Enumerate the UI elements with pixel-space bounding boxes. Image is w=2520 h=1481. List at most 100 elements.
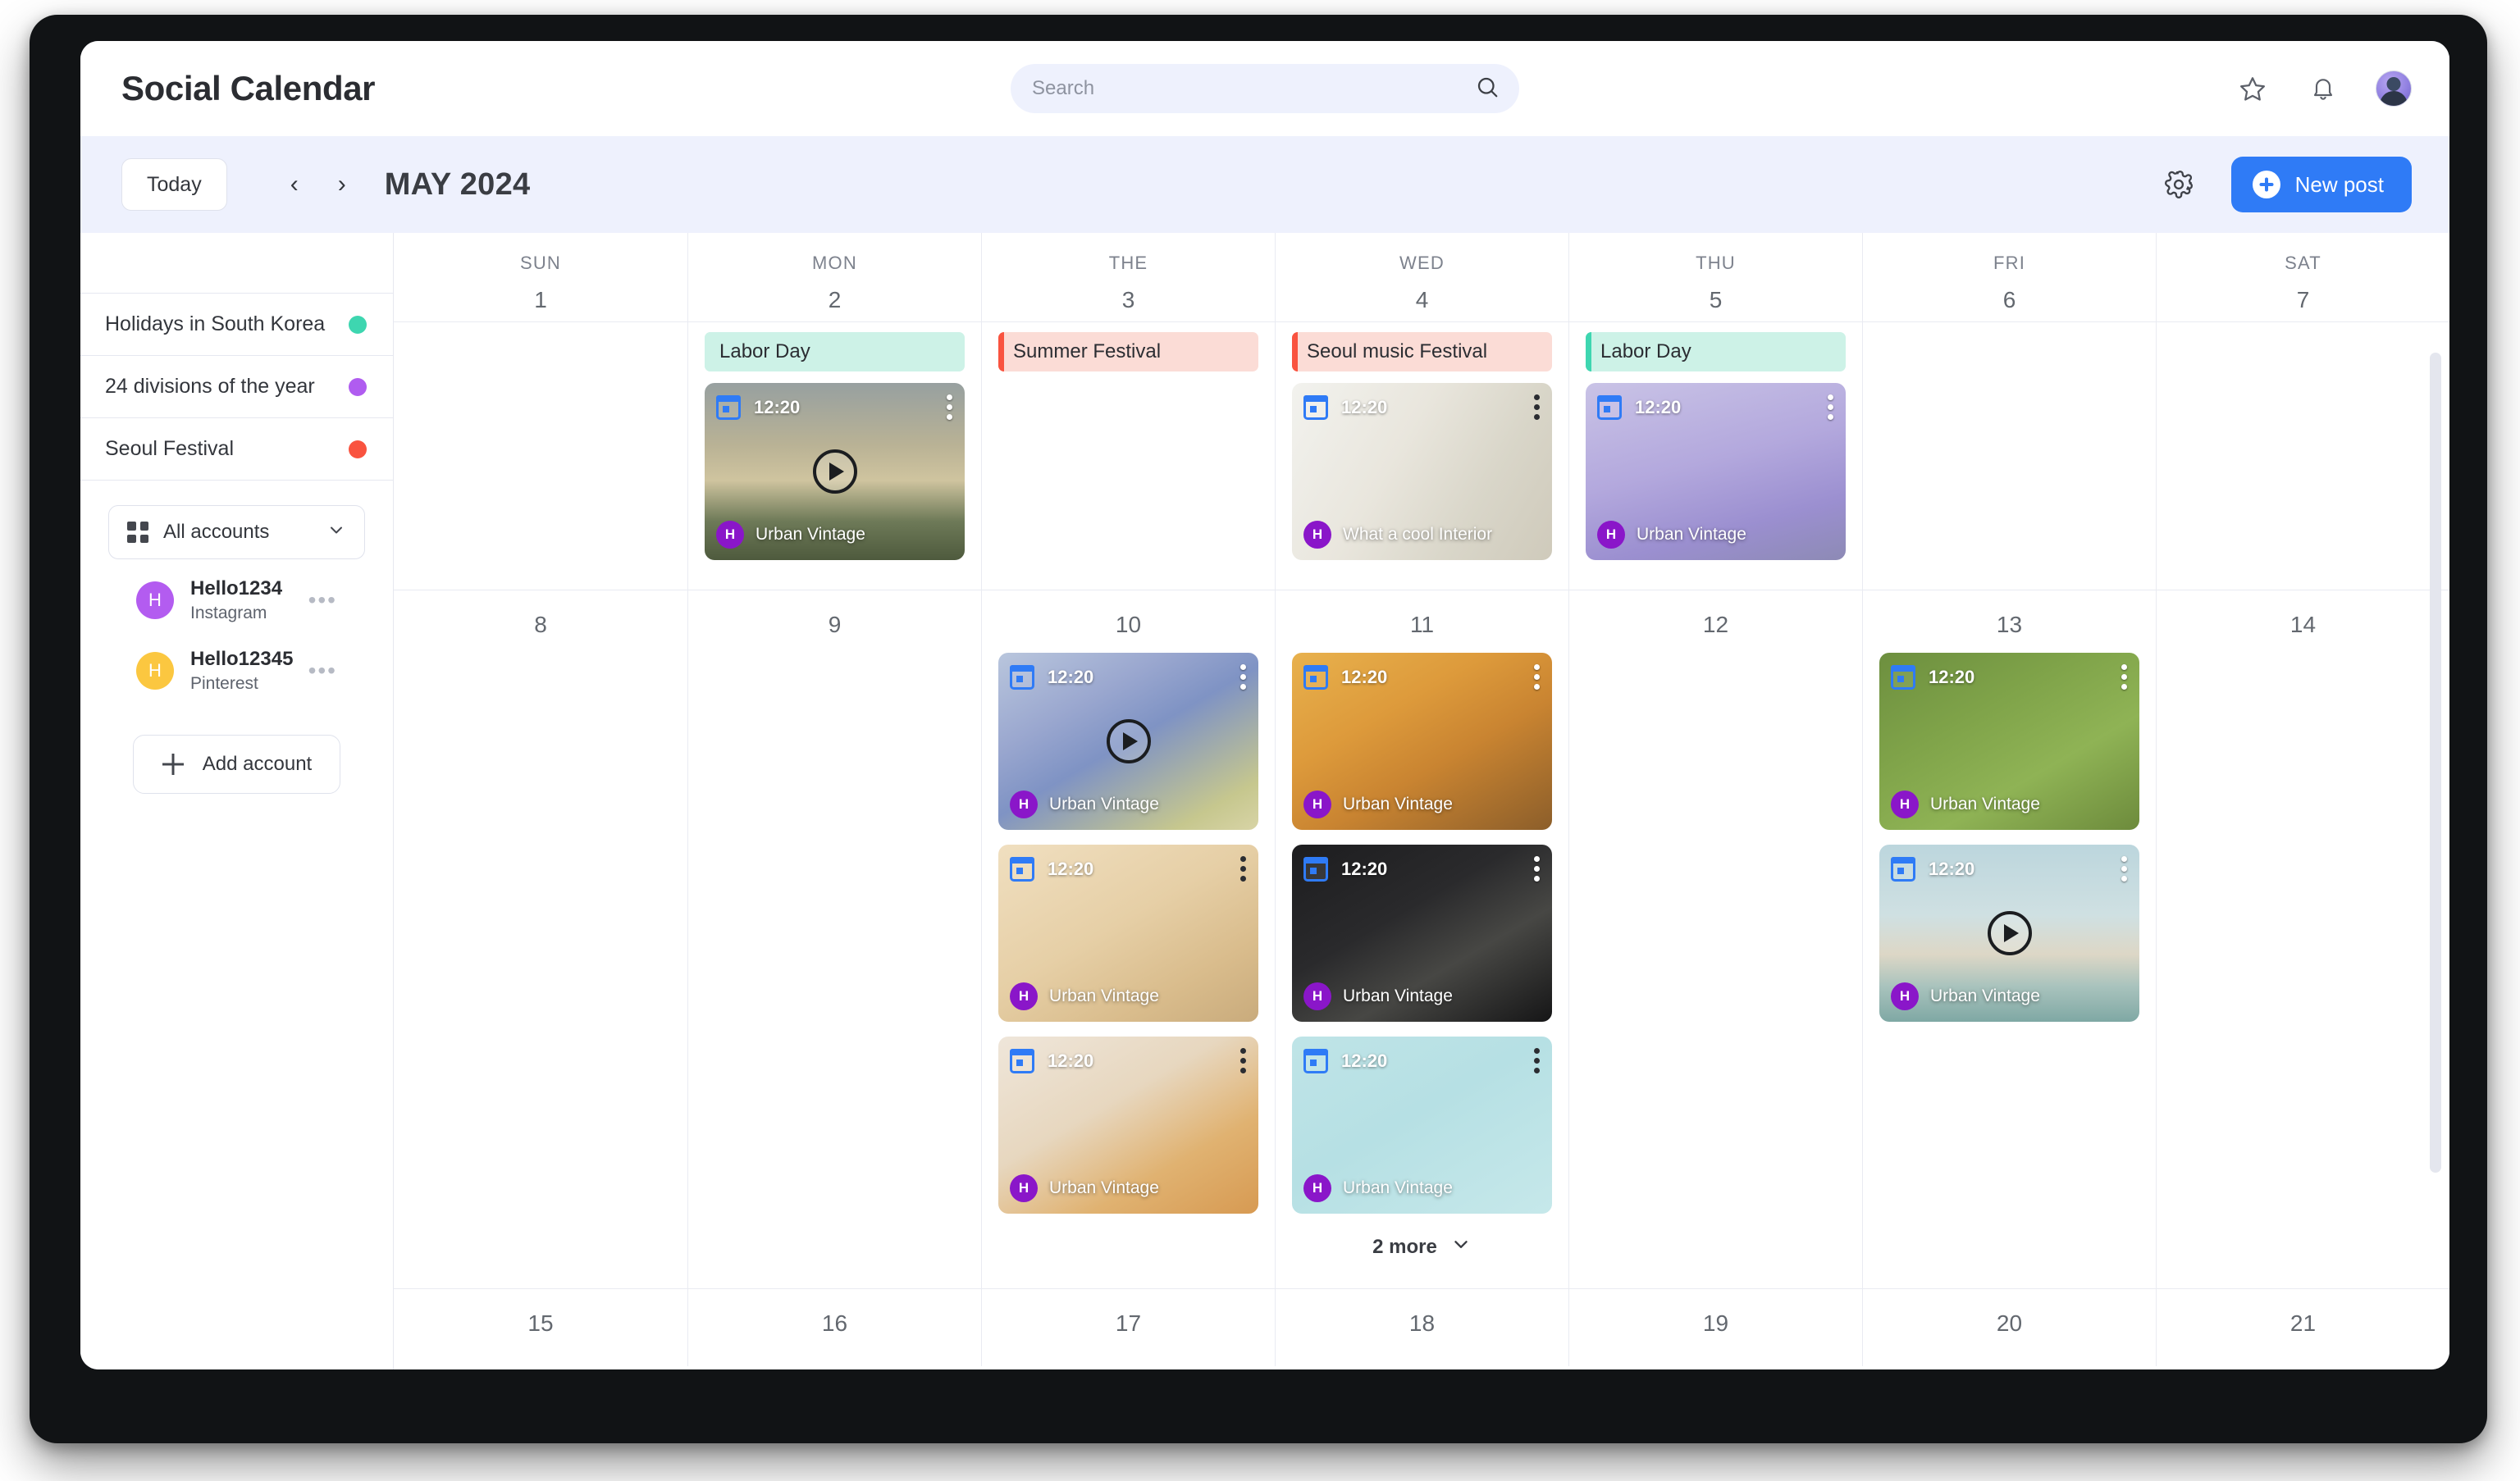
- post-menu-button[interactable]: [1534, 664, 1541, 690]
- post-header: 12:20: [1303, 394, 1541, 420]
- app-title: Social Calendar: [121, 69, 376, 107]
- search-icon[interactable]: [1475, 75, 1500, 103]
- post-header: 12:20: [1597, 394, 1834, 420]
- post-time: 12:20: [1048, 1050, 1094, 1071]
- calendar-filter-item[interactable]: 24 divisions of the year: [80, 356, 393, 418]
- page-title: MAY 2024: [384, 166, 531, 202]
- calendar-day-cell[interactable]: 21: [2156, 1289, 2449, 1366]
- calendar-day-cell[interactable]: 20: [1862, 1289, 2156, 1366]
- day-number: 10: [1115, 612, 1142, 637]
- top-bar: Social Calendar: [80, 41, 2449, 136]
- day-number: 17: [1115, 1310, 1142, 1336]
- play-icon[interactable]: [812, 449, 857, 494]
- calendar-day-cell[interactable]: 13 12:20 H Urban Vintage 12:20 H Urban Vintage: [1862, 590, 2156, 1288]
- show-more-button[interactable]: 2 more: [1292, 1228, 1552, 1274]
- post-card[interactable]: 12:20 H Urban Vintage: [1879, 653, 2139, 830]
- calendar-day-cell[interactable]: Labor Day 12:20 H Urban Vintage: [1568, 322, 1862, 590]
- calendar-filter-label: 24 divisions of the year: [105, 375, 315, 398]
- day-number: 7: [2296, 287, 2310, 312]
- event-chip[interactable]: Labor Day: [705, 332, 965, 371]
- all-accounts-select[interactable]: All accounts: [108, 505, 365, 559]
- calendar-day-cell[interactable]: 14: [2156, 590, 2449, 1288]
- account-menu-button[interactable]: •••: [308, 587, 337, 613]
- calendar-day-cell[interactable]: 16: [687, 1289, 981, 1366]
- gear-icon[interactable]: [2161, 166, 2197, 203]
- post-menu-button[interactable]: [1534, 394, 1541, 420]
- post-card[interactable]: 12:20 H Urban Vintage: [1292, 1037, 1552, 1214]
- day-number: 9: [828, 612, 842, 637]
- calendar-filter-item[interactable]: Holidays in South Korea: [80, 294, 393, 356]
- post-menu-button[interactable]: [1240, 856, 1247, 882]
- star-icon[interactable]: [2235, 71, 2271, 107]
- calendar-day-cell[interactable]: [1862, 322, 2156, 590]
- calendar-filter-label: Seoul Festival: [105, 437, 235, 460]
- account-menu-button[interactable]: •••: [308, 658, 337, 684]
- event-chip[interactable]: Summer Festival: [998, 332, 1258, 371]
- post-account-avatar: H: [1010, 791, 1038, 818]
- day-number: 4: [1415, 287, 1429, 312]
- post-card[interactable]: 12:20 H What a cool Interior: [1292, 383, 1552, 560]
- post-menu-button[interactable]: [2121, 856, 2128, 882]
- post-card[interactable]: 12:20 H Urban Vintage: [1586, 383, 1846, 560]
- calendar-icon: [1891, 856, 1915, 882]
- calendar-day-cell[interactable]: Summer Festival: [981, 322, 1275, 590]
- vertical-scrollbar[interactable]: [2430, 353, 2441, 1173]
- post-menu-button[interactable]: [947, 394, 953, 420]
- post-time: 12:20: [1048, 858, 1094, 879]
- new-post-button[interactable]: New post: [2230, 157, 2412, 212]
- calendar-toolbar: Today ‹ › MAY 2024 New post: [80, 136, 2449, 233]
- calendar-day-cell[interactable]: 8: [394, 590, 687, 1288]
- bell-icon[interactable]: [2305, 71, 2341, 107]
- calendar-icon: [1010, 856, 1034, 882]
- post-card[interactable]: 12:20 H Urban Vintage: [998, 653, 1258, 830]
- calendar-day-cell[interactable]: 12: [1568, 590, 1862, 1288]
- post-menu-button[interactable]: [1240, 664, 1247, 690]
- event-chip[interactable]: Labor Day: [1586, 332, 1846, 371]
- post-time: 12:20: [1341, 396, 1388, 417]
- post-card[interactable]: 12:20 H Urban Vintage: [705, 383, 965, 560]
- calendar-day-cell[interactable]: 18: [1275, 1289, 1568, 1366]
- post-card[interactable]: 12:20 H Urban Vintage: [998, 1037, 1258, 1214]
- all-accounts-label: All accounts: [163, 521, 270, 543]
- post-card[interactable]: 12:20 H Urban Vintage: [1292, 845, 1552, 1022]
- next-month-button[interactable]: ›: [324, 166, 360, 203]
- calendar-filter-item[interactable]: Seoul Festival: [80, 418, 393, 481]
- post-menu-button[interactable]: [1240, 1048, 1247, 1073]
- calendar-day-cell[interactable]: Labor Day 12:20 H Urban Vintage: [687, 322, 981, 590]
- today-button[interactable]: Today: [121, 158, 227, 211]
- search-input[interactable]: [1032, 77, 1475, 100]
- post-menu-button[interactable]: [1534, 1048, 1541, 1073]
- calendar-week-row: Labor Day 12:20 H Urban Vintage Summer Festi…: [394, 321, 2449, 590]
- calendar-scroll-area[interactable]: SUN 1 MON 2 THE 3 WED 4 THU 5 FRI 6 SAT 7 Labor Day 12…: [394, 233, 2449, 1369]
- event-chip[interactable]: Seoul music Festival: [1292, 332, 1552, 371]
- post-caption: Urban Vintage: [1049, 987, 1159, 1005]
- show-more-label: 2 more: [1372, 1235, 1437, 1258]
- post-card[interactable]: 12:20 H Urban Vintage: [1879, 845, 2139, 1022]
- prev-month-button[interactable]: ‹: [276, 166, 313, 203]
- calendar-day-cell[interactable]: [2156, 322, 2449, 590]
- account-list-item[interactable]: H Hello12345 Pinterest •••: [108, 641, 365, 700]
- account-list-item[interactable]: H Hello1234 Instagram •••: [108, 571, 365, 630]
- search-bar[interactable]: [1011, 64, 1519, 113]
- calendar-day-cell[interactable]: 19: [1568, 1289, 1862, 1366]
- post-menu-button[interactable]: [1828, 394, 1834, 420]
- post-menu-button[interactable]: [2121, 664, 2128, 690]
- calendar-day-cell[interactable]: 10 12:20 H Urban Vintage 12:20 H Urban Vintage…: [981, 590, 1275, 1288]
- post-card[interactable]: 12:20 H Urban Vintage: [998, 845, 1258, 1022]
- play-icon[interactable]: [1987, 911, 2032, 955]
- calendar-day-cell[interactable]: Seoul music Festival 12:20 H What a cool In…: [1275, 322, 1568, 590]
- calendar-day-cell[interactable]: [394, 322, 687, 590]
- post-account-avatar: H: [1891, 982, 1919, 1010]
- calendar-day-cell[interactable]: 9: [687, 590, 981, 1288]
- calendar-day-cell[interactable]: 17: [981, 1289, 1275, 1366]
- add-account-button[interactable]: Add account: [132, 735, 341, 794]
- post-menu-button[interactable]: [1534, 856, 1541, 882]
- avatar[interactable]: [2376, 71, 2412, 107]
- calendar-day-cell[interactable]: 15: [394, 1289, 687, 1366]
- post-time: 12:20: [1635, 396, 1682, 417]
- play-icon[interactable]: [1106, 719, 1151, 763]
- event-color-bar: [1586, 332, 1591, 371]
- weekday-header-row: SUN 1 MON 2 THE 3 WED 4 THU 5 FRI 6 SAT 7: [394, 233, 2449, 321]
- post-card[interactable]: 12:20 H Urban Vintage: [1292, 653, 1552, 830]
- calendar-day-cell[interactable]: 11 12:20 H Urban Vintage 12:20 H Urban Vintage…: [1275, 590, 1568, 1288]
